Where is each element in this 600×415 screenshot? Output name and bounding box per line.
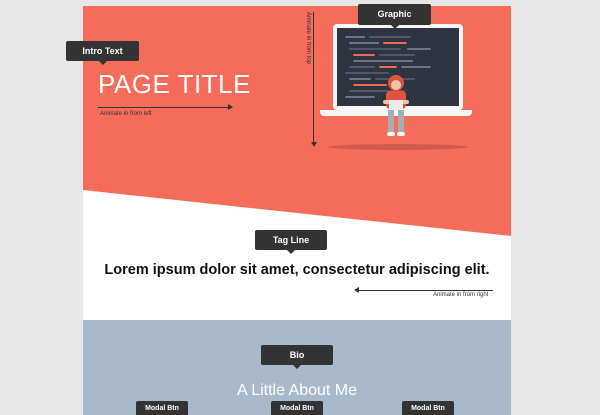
animate-top-arrow-head [311,142,317,147]
bio-heading: A Little About Me [236,382,358,399]
animate-top-note: Animate in from top [305,12,311,65]
animate-left-arrow [98,107,228,108]
bio-label: Bio [261,345,333,369]
intro-text-label: Intro Text [66,41,139,65]
animate-top-arrow [313,12,314,143]
animate-right-note: Animate in from right [433,292,489,298]
tag-line-label: Tag Line [255,230,327,254]
tagline-text: Lorem ipsum dolor sit amet, consectetur … [104,262,490,278]
modal-button[interactable]: Modal Btn [136,401,188,415]
graphic-label: Graphic [358,4,431,29]
animate-right-arrow [359,290,493,291]
modal-button[interactable]: Modal Btn [271,401,323,415]
page-title: PAGE TITLE [98,69,251,99]
developer-illustration [383,75,409,136]
modal-button[interactable]: Modal Btn [402,401,454,415]
graphic-shadow [328,144,468,150]
animate-left-note: Animate in from left [100,111,152,117]
animate-left-arrow-head [228,104,233,110]
